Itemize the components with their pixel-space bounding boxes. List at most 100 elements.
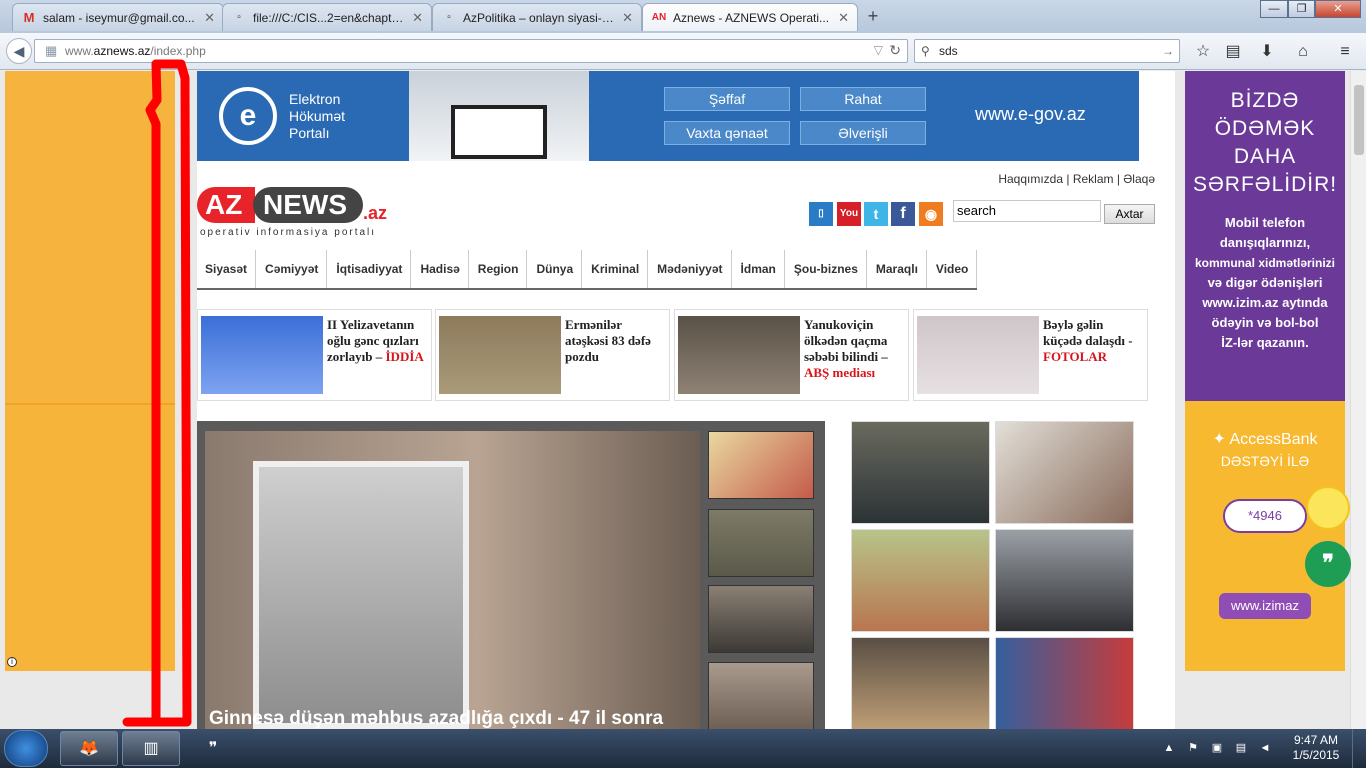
close-tab-icon[interactable]: ✕ — [622, 10, 633, 26]
headline-thumbnail[interactable] — [917, 316, 1039, 394]
bookmark-star-icon[interactable]: ☆ — [1192, 41, 1214, 63]
tab-label: salam - iseymur@gmail.co... — [43, 10, 195, 25]
side-news-thumbnail[interactable] — [851, 529, 990, 632]
side-news-thumbnail[interactable] — [851, 637, 990, 729]
top-links[interactable]: Haqqımızda | Reklam | Əlaqə — [998, 172, 1155, 186]
side-news-thumbnail[interactable] — [995, 637, 1134, 729]
headline-text[interactable]: Yanukoviçin ölkədən qaçma səbəbi bilindi… — [804, 317, 905, 381]
menu-item-idman[interactable]: İdman — [731, 250, 785, 288]
headline-thumbnail[interactable] — [678, 316, 800, 394]
hangouts-taskbar-icon[interactable]: ❞ — [184, 731, 242, 766]
browser-search-input[interactable]: ⚲ sds → — [914, 39, 1180, 63]
egov-title: Elektron Hökumət Portalı — [289, 91, 345, 142]
site-search-input[interactable]: search — [953, 200, 1101, 222]
egov-button-elverisli[interactable]: Əlverişli — [800, 121, 926, 145]
taskbar-clock[interactable]: 9:47 AM 1/5/2015 — [1288, 733, 1344, 763]
feature-caption[interactable]: Ginnesə düşən məhbus azadlığa çıxdı - 47… — [209, 708, 663, 729]
show-desktop-button[interactable] — [1352, 729, 1366, 768]
menu-item-maraqli[interactable]: Maraqlı — [866, 250, 927, 288]
youtube-icon[interactable]: You — [837, 202, 861, 226]
back-button[interactable]: ◀ — [6, 38, 32, 64]
close-tab-icon[interactable]: ✕ — [412, 10, 423, 26]
mobile-icon[interactable]: ▯ — [809, 202, 833, 226]
aznews-page: e Elektron Hökumət Portalı Şəffaf Rahat … — [197, 71, 1175, 729]
menu-item-medeniyyet[interactable]: Mədəniyyət — [648, 250, 732, 288]
hangouts-button[interactable]: ❞ — [1305, 541, 1351, 587]
feature-thumbnail[interactable] — [708, 585, 814, 653]
menu-item-siyaset[interactable]: Siyasət — [197, 250, 257, 288]
headline-card[interactable]: Yanukoviçin ölkədən qaçma səbəbi bilindi… — [674, 309, 909, 401]
ad-info-icon[interactable]: i — [7, 657, 17, 667]
feature-thumbnail[interactable] — [708, 662, 814, 729]
egov-button-rahat[interactable]: Rahat — [800, 87, 926, 111]
feature-photo — [253, 461, 469, 729]
twitter-icon[interactable]: t — [864, 202, 888, 226]
page-scrollbar[interactable] — [1350, 71, 1366, 729]
headline-thumbnail[interactable] — [201, 316, 323, 394]
menu-item-cemiyyet[interactable]: Cəmiyyət — [256, 250, 328, 288]
reload-icon[interactable]: ↻ — [889, 42, 901, 59]
headline-thumbnail[interactable] — [439, 316, 561, 394]
close-window-button[interactable]: ✕ — [1315, 0, 1361, 18]
side-news-thumbnail[interactable] — [995, 529, 1134, 632]
minimize-button[interactable]: — — [1260, 0, 1288, 18]
headline-text[interactable]: II Yelizavetanın oğlu gənc qızları zorla… — [327, 317, 428, 365]
search-go-icon[interactable]: → — [1162, 40, 1174, 62]
facebook-icon[interactable]: f — [891, 202, 915, 226]
feature-slider[interactable]: Ginnesə düşən məhbus azadlığa çıxdı - 47… — [197, 421, 825, 729]
start-button[interactable] — [4, 730, 48, 767]
menu-item-video[interactable]: Video — [926, 250, 978, 288]
tab-file[interactable]: ▫ file:///C:/CIS...2=en&chapter=6 ✕ — [222, 3, 432, 31]
menu-item-region[interactable]: Region — [468, 250, 528, 288]
menu-item-sou-biznes[interactable]: Şou-biznes — [784, 250, 867, 288]
logo-news: NEWS — [253, 187, 363, 223]
scrollbar-thumb[interactable] — [1354, 85, 1364, 155]
egov-title-line: Portalı — [289, 125, 330, 141]
volume-icon[interactable]: ◄ — [1258, 741, 1272, 755]
headline-card[interactable]: Ermənilər atəşkəsi 83 dəfə pozdu — [435, 309, 670, 401]
feature-thumbnail[interactable] — [708, 509, 814, 577]
feature-image[interactable] — [205, 431, 700, 729]
menu-item-dunya[interactable]: Dünya — [527, 250, 583, 288]
headline-card[interactable]: Bəylə gəlin küçədə dalaşdı - FOTOLAR — [913, 309, 1148, 401]
side-news-thumbnail[interactable] — [995, 421, 1134, 524]
home-icon[interactable]: ⌂ — [1292, 41, 1314, 63]
flag-icon[interactable]: ⚑ — [1186, 741, 1200, 755]
tab-gmail[interactable]: M salam - iseymur@gmail.co... ✕ — [12, 3, 224, 31]
egov-url[interactable]: www.e-gov.az — [975, 104, 1086, 125]
egov-banner[interactable]: e Elektron Hökumət Portalı Şəffaf Rahat … — [197, 71, 1139, 161]
new-tab-button[interactable]: + — [862, 6, 884, 28]
menu-item-hadise[interactable]: Hadisə — [411, 250, 469, 288]
headline-text[interactable]: Ermənilər atəşkəsi 83 dəfə pozdu — [565, 317, 666, 365]
close-tab-icon[interactable]: ✕ — [838, 10, 849, 26]
menu-icon[interactable]: ≡ — [1334, 41, 1356, 63]
close-tab-icon[interactable]: ✕ — [204, 10, 215, 26]
maximize-button[interactable]: ❐ — [1288, 0, 1315, 18]
rss-icon[interactable]: ◉ — [919, 202, 943, 226]
firefox-taskbar-icon[interactable]: 🦊 — [60, 731, 118, 766]
dropdown-icon[interactable]: ▽ — [874, 43, 883, 57]
app-taskbar-icon[interactable]: ▥ — [122, 731, 180, 766]
tab-aznews[interactable]: AN Aznews - AZNEWS Operati... ✕ — [642, 3, 858, 31]
site-search-button[interactable]: Axtar — [1104, 204, 1155, 224]
feature-thumbnail[interactable] — [708, 431, 814, 499]
downloads-icon[interactable]: ⬇ — [1256, 41, 1278, 63]
aznews-logo[interactable]: AZ NEWS .az operativ informasiya portalı — [197, 185, 397, 241]
tray-arrow-icon[interactable]: ▲ — [1162, 741, 1176, 755]
tab-azpolitika[interactable]: ▫ AzPolitika – onlayn siyasi-ictim... ✕ — [432, 3, 642, 31]
headline-text[interactable]: Bəylə gəlin küçədə dalaşdı - FOTOLAR — [1043, 317, 1144, 365]
sun-widget-icon[interactable] — [1306, 486, 1350, 530]
side-news-thumbnail[interactable] — [851, 421, 990, 524]
bookmarks-list-icon[interactable]: ▤ — [1222, 41, 1244, 63]
egov-button-seffaf[interactable]: Şəffaf — [664, 87, 790, 111]
menu-item-kriminal[interactable]: Kriminal — [582, 250, 649, 288]
clock-time: 9:47 AM — [1293, 733, 1339, 747]
url-bar[interactable]: ▦ www. aznews.az/index.php ▽ ↻ — [34, 39, 908, 63]
network-icon[interactable]: ▤ — [1234, 741, 1248, 755]
menu-item-iqtisadiyyat[interactable]: İqtisadiyyat — [327, 250, 412, 288]
headline-card[interactable]: II Yelizavetanın oğlu gənc qızları zorla… — [197, 309, 432, 401]
egov-button-vaxta[interactable]: Vaxta qənaət — [664, 121, 790, 145]
left-advertisement[interactable]: i — [5, 71, 175, 671]
device-icon[interactable]: ▣ — [1210, 741, 1224, 755]
site-identity-icon[interactable]: ▦ — [45, 43, 57, 59]
